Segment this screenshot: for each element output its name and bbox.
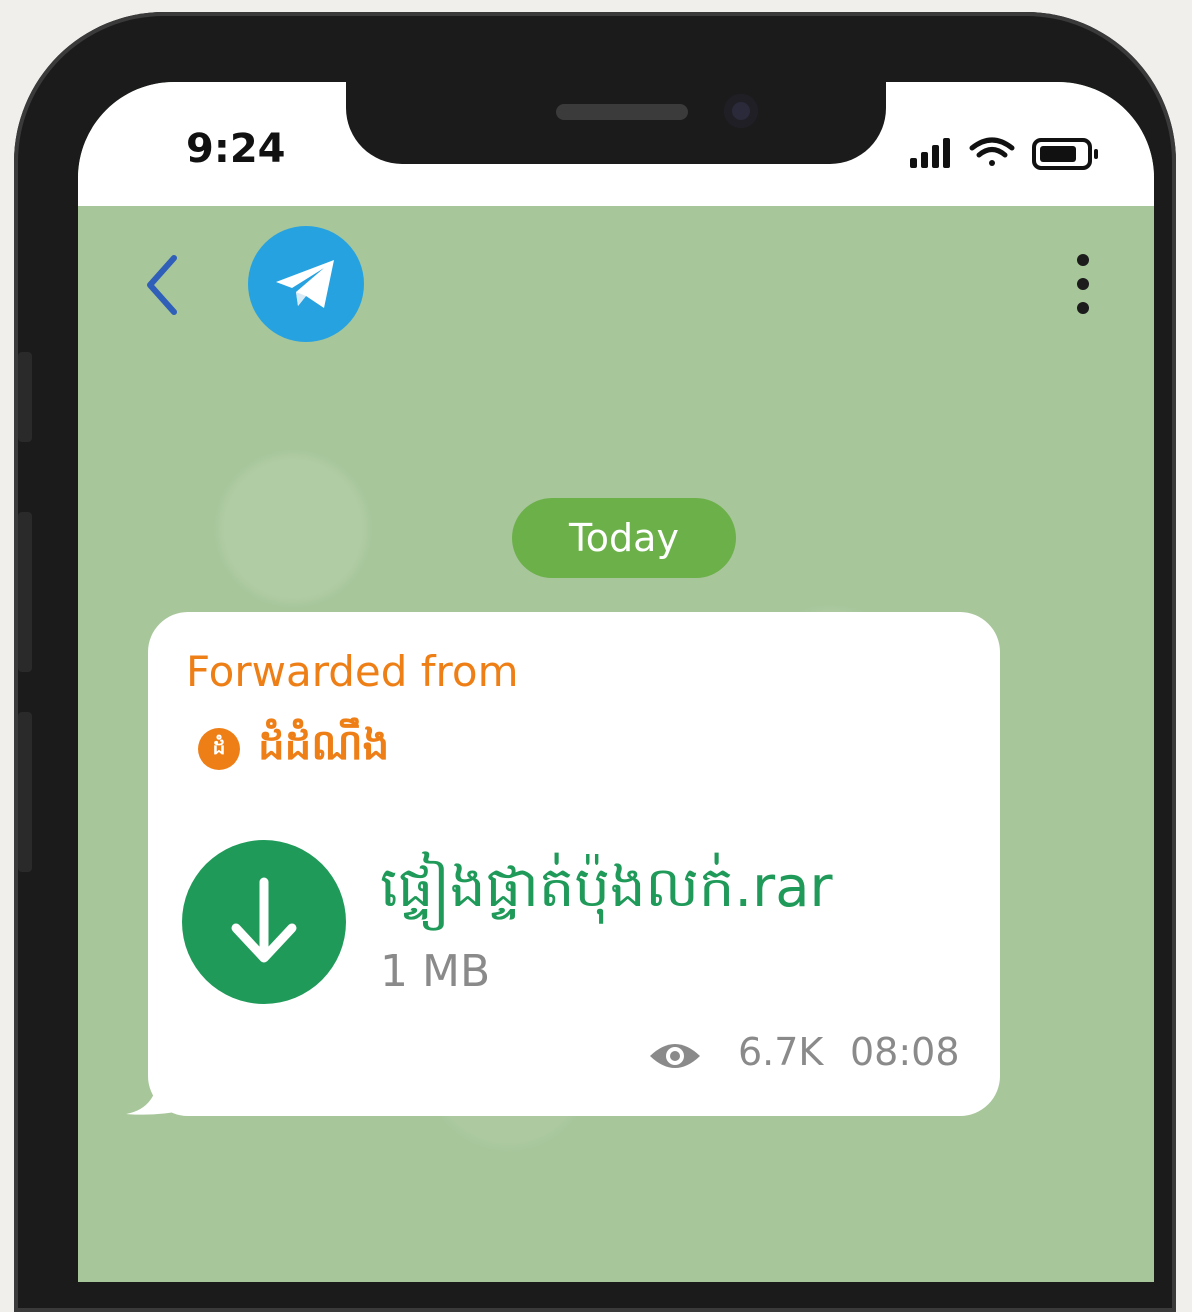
signal-icon [910,138,950,168]
status-icons [910,134,1110,174]
file-size: 1 MB [380,946,491,997]
mute-switch [18,352,32,442]
status-time: 9:24 [186,126,286,172]
chat-avatar[interactable] [248,226,364,342]
volume-down-button [18,712,32,872]
message-time: 08:08 [850,1030,960,1074]
forwarded-avatar: ដំ [198,728,240,770]
forwarded-label: Forwarded from [186,647,519,696]
download-button[interactable] [182,840,346,1004]
more-menu-button[interactable] [1068,252,1098,318]
notch [346,82,886,164]
phone-frame: 9:24 Today Forwarded from ដំ ដំដំណឹង ផ្ទ… [14,12,1176,1312]
forwarded-source-name[interactable]: ដំដំណឹង [258,718,389,780]
screen: 9:24 Today Forwarded from ដំ ដំដំណឹង ផ្ទ… [78,82,1154,1282]
date-separator: Today [512,498,736,578]
more-vertical-icon [1077,254,1089,266]
download-icon [231,877,297,963]
battery-icon [1032,138,1098,170]
eye-icon [650,1044,700,1068]
front-camera [724,94,758,128]
view-count: 6.7K [738,1030,824,1074]
earpiece [556,104,688,120]
volume-up-button [18,512,32,672]
wifi-icon [969,137,1015,166]
chevron-left-icon [147,255,177,315]
telegram-icon [276,260,334,308]
file-name[interactable]: ផ្ទៀងផ្ទាត់ប៉ុងលក់.rar [380,852,833,934]
back-button[interactable] [138,250,188,320]
